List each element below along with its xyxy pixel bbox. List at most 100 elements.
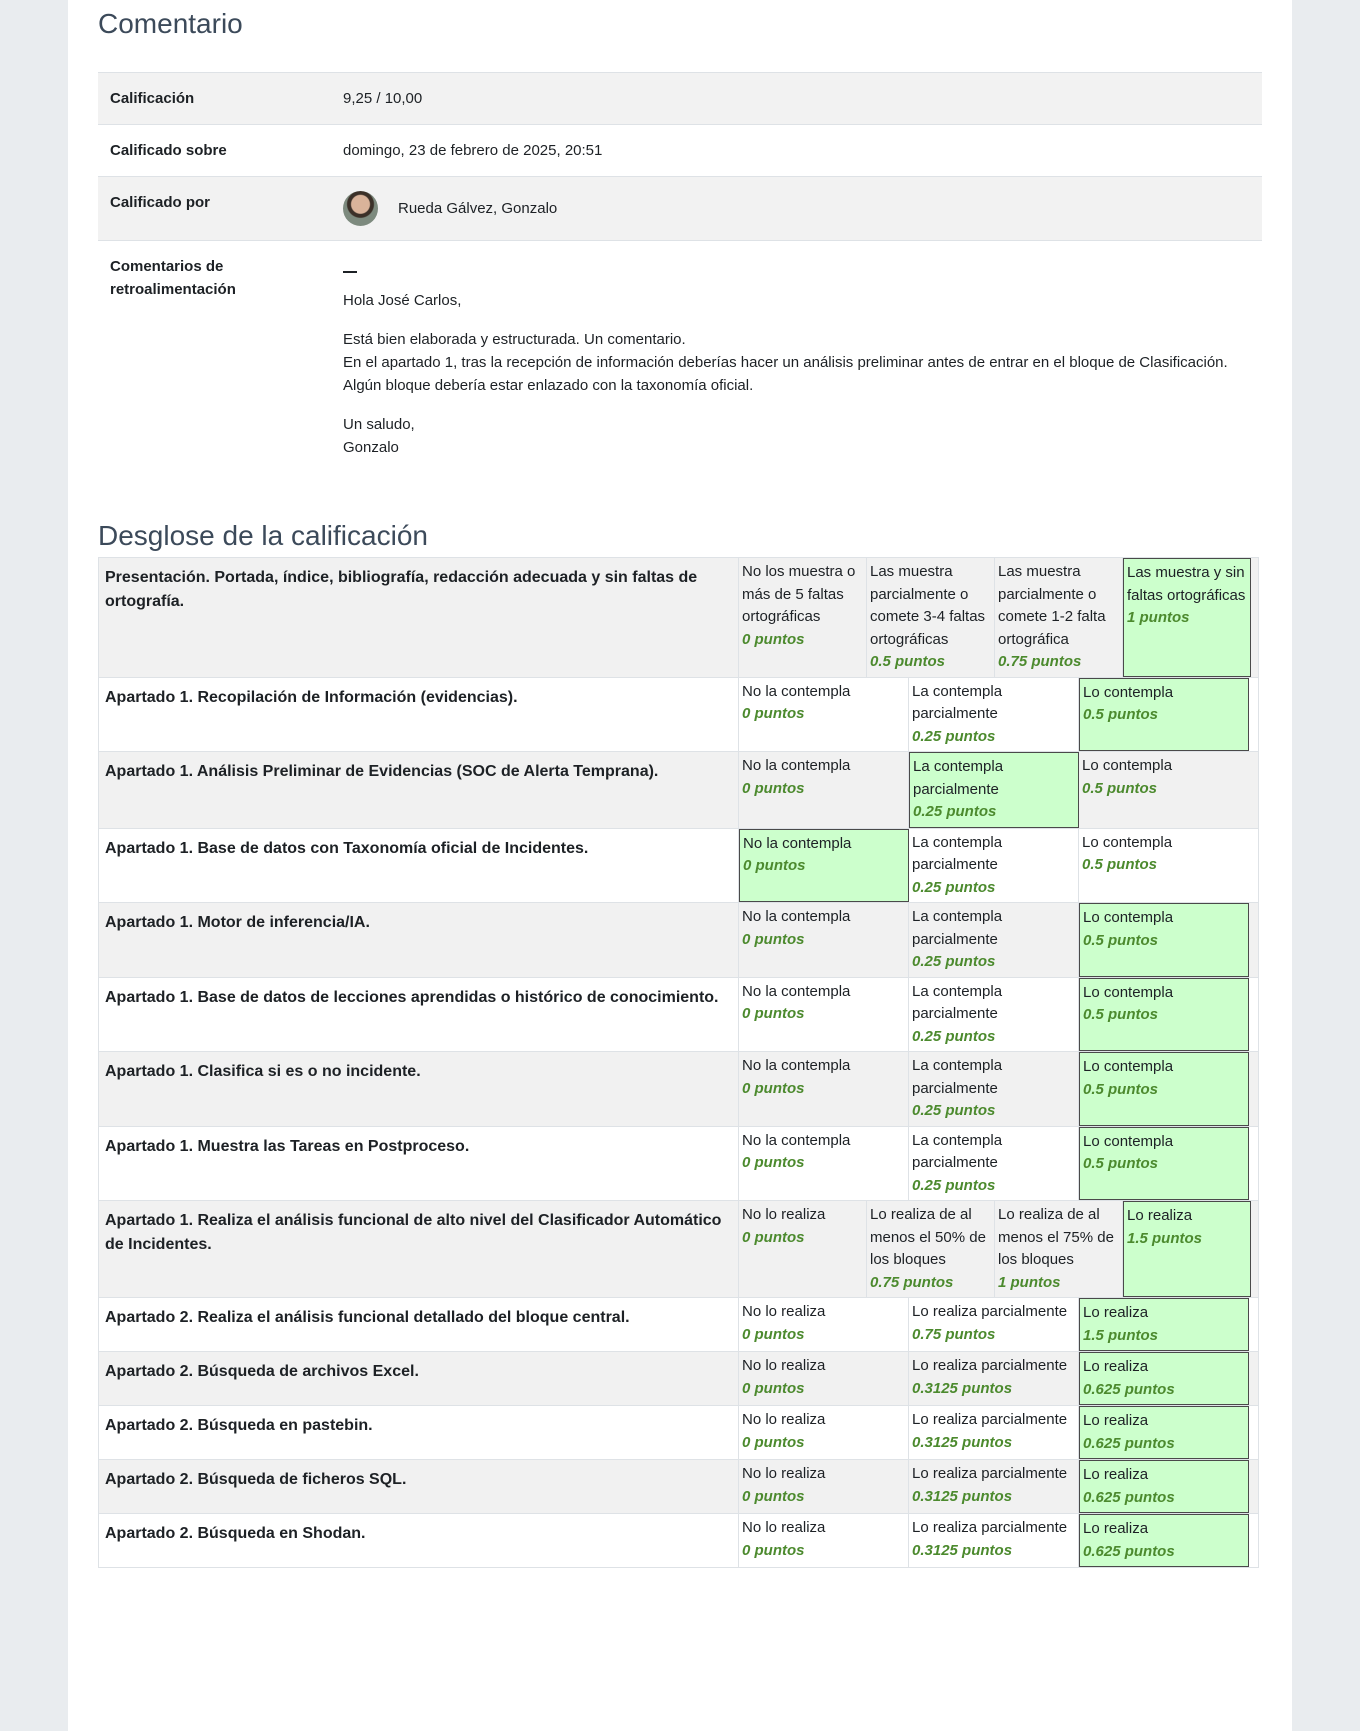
criterion-description: Apartado 1. Base de datos con Taxonomía … [98,827,739,903]
graded-by-label: Calificado por [98,176,331,241]
criterion-levels: No los muestra o más de 5 faltas ortográ… [738,557,1259,678]
rubric-criterion-row: Apartado 1. Clasifica si es o no inciden… [98,1051,1259,1127]
level-score: 0 puntos [742,1228,805,1246]
criterion-description: Apartado 2. Búsqueda de archivos Excel. [98,1351,739,1406]
level-score: 0.3125 puntos [912,1379,1013,1397]
level-definition: La contempla parcialmente [912,982,1003,1023]
levels-row: No lo realiza 0 puntos Lo realiza parcialm… [739,1406,1258,1459]
rubric-level-selected: Lo contempla 0.5 puntos [1079,1052,1249,1126]
rubric-body: Presentación. Portada, índice, bibliogra… [98,557,1259,1568]
criterion-levels: No lo realiza 0 puntos Lo realiza parcialm… [738,1405,1259,1460]
rubric-level: No la contempla 0 puntos [739,977,909,1051]
levels-row: No lo realiza 0 puntos Lo realiza parcialm… [739,1298,1258,1351]
rubric-criterion-row: Apartado 1. Recopilación de Información … [98,676,1259,752]
level-score: 0 puntos [742,705,805,722]
level-definition: No la contempla [742,908,851,925]
levels-row: No la contempla 0 puntos La contempla parc… [739,828,1258,902]
criterion-description: Presentación. Portada, índice, bibliogra… [98,557,739,678]
level-definition: Lo realiza [1083,1304,1149,1321]
level-score: 0.25 puntos [913,803,997,820]
criterion-levels: No lo realiza 0 puntos Lo realiza de al me… [738,1200,1259,1298]
level-definition: No lo realiza [742,1519,826,1536]
level-score: 0 puntos [743,857,806,874]
level-definition: No lo realiza [742,1357,826,1374]
rubric-level: La contempla parcialmente 0.25 puntos [909,828,1079,902]
rubric-level-selected: Lo realiza 0.625 puntos [1079,1514,1249,1567]
rubric-level-selected: Lo contempla 0.5 puntos [1079,977,1249,1051]
level-definition: No la contempla [743,834,852,852]
level-definition: Lo contempla [1082,757,1173,774]
criterion-description: Apartado 1. Realiza el análisis funciona… [98,1200,739,1298]
avatar[interactable] [343,191,378,226]
level-definition: Las muestra parcialmente o comete 3-4 fa… [870,563,986,648]
level-definition: No la contempla [742,982,851,1000]
level-score: 0 puntos [742,779,805,797]
levels-row: No la contempla 0 puntos La contempla parc… [739,1126,1258,1200]
level-definition: Lo realiza de al menos el 75% de los blo… [998,1206,1114,1268]
criterion-levels: No lo realiza 0 puntos Lo realiza parcialm… [738,1351,1259,1406]
rubric-level: No la contempla 0 puntos [739,752,909,828]
graded-on-value: domingo, 23 de febrero de 2025, 20:51 [331,124,1262,177]
rubric-criterion-row: Apartado 1. Muestra las Tareas en Postpr… [98,1125,1259,1201]
rubric-level: Lo realiza de al menos el 50% de los blo… [867,1201,995,1297]
level-score: 0.5 puntos [1083,1080,1159,1098]
level-score: 1.5 puntos [1127,1229,1203,1247]
rubric-level: Lo realiza de al menos el 75% de los blo… [995,1201,1123,1297]
level-score: 0.625 puntos [1083,1380,1175,1398]
level-score: 0.75 puntos [998,653,1082,670]
comments-row: Comentarios de retroalimentación Hola Jo… [98,240,1262,489]
level-definition: Lo realiza [1083,1358,1149,1375]
level-definition: La contempla parcialmente [912,1057,1003,1097]
grader-name[interactable]: Rueda Gálvez, Gonzalo [398,197,557,220]
criterion-description: Apartado 1. Clasifica si es o no inciden… [98,1051,739,1127]
criterion-levels: No la contempla 0 puntos La contempla parc… [738,751,1259,829]
comments-label: Comentarios de retroalimentación [98,240,331,489]
level-score: 0.5 puntos [1082,856,1158,873]
comment-line-1: Está bien elaborada y estructurada. Un c… [343,331,686,348]
level-score: 1 puntos [1127,609,1190,626]
level-definition: No lo realiza [742,1465,826,1482]
rubric-level: No lo realiza 0 puntos [739,1201,867,1297]
rubric-level-selected: Lo realiza 0.625 puntos [1079,1460,1249,1513]
level-score: 0.5 puntos [870,653,946,670]
level-score: 0.3125 puntos [912,1433,1013,1451]
level-definition: Lo realiza parcialmente [912,1411,1068,1428]
rubric-criterion-row: Apartado 1. Análisis Preliminar de Evide… [98,751,1259,829]
rubric-level: Lo contempla 0.5 puntos [1079,752,1249,828]
rubric-criterion-row: Apartado 1. Base de datos con Taxonomía … [98,827,1259,903]
criterion-description: Apartado 1. Análisis Preliminar de Evide… [98,751,739,829]
criterion-description: Apartado 1. Muestra las Tareas en Postpr… [98,1125,739,1201]
rubric-level: La contempla parcialmente 0.25 puntos [909,677,1079,751]
grader-info[interactable]: Rueda Gálvez, Gonzalo [343,191,1250,226]
level-definition: Lo realiza parcialmente [912,1465,1068,1482]
main-content-card: Comentario Calificación 9,25 / 10,00 Cal… [68,0,1292,1731]
rubric-level: No la contempla 0 puntos [739,677,909,751]
levels-row: No lo realiza 0 puntos Lo realiza parcialm… [739,1460,1258,1513]
level-score: 0.25 puntos [912,878,996,896]
rubric-table: Presentación. Portada, índice, bibliogra… [98,557,1259,1568]
graded-on-label: Calificado sobre [98,124,331,177]
comments-label-line2: retroalimentación [110,281,236,298]
rubric-criterion-row: Apartado 1. Motor de inferencia/IA. No la… [98,902,1259,978]
comment-greeting: Hola José Carlos, [343,292,462,309]
level-definition: Lo realiza [1127,1207,1193,1224]
level-score: 0.625 puntos [1083,1488,1175,1506]
level-score: 0.625 puntos [1083,1434,1175,1452]
criterion-description: Apartado 1. Base de datos de lecciones a… [98,976,739,1052]
criterion-description: Apartado 1. Recopilación de Información … [98,676,739,752]
criterion-levels: No la contempla 0 puntos La contempla parc… [738,902,1259,978]
criterion-levels: No la contempla 0 puntos La contempla parc… [738,827,1259,903]
levels-row: No la contempla 0 puntos La contempla parc… [739,752,1258,828]
level-score: 1.5 puntos [1083,1326,1159,1344]
level-score: 0.5 puntos [1083,1006,1159,1023]
level-definition: Lo realiza [1083,1466,1149,1483]
level-definition: La contempla parcialmente [912,682,1003,723]
feedback-comments: Hola José Carlos, Está bien elaborada y … [331,240,1262,489]
level-score: 0 puntos [742,1487,805,1505]
rubric-level-selected: No la contempla 0 puntos [739,828,909,902]
rubric-level: No lo realiza 0 puntos [739,1298,909,1351]
level-definition: Lo realiza [1083,1412,1149,1429]
criterion-levels: No la contempla 0 puntos La contempla parc… [738,676,1259,752]
levels-row: No lo realiza 0 puntos Lo realiza parcialm… [739,1514,1258,1567]
level-score: 0.3125 puntos [912,1541,1013,1559]
